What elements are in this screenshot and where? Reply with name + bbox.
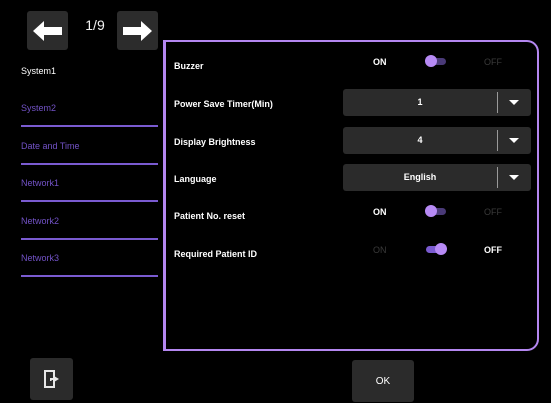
language-dropdown[interactable]: English: [343, 164, 531, 191]
chevron-down-icon: [509, 138, 519, 143]
sidebar-item-date-and-time[interactable]: Date and Time: [21, 127, 158, 165]
required-id-switch[interactable]: [425, 243, 447, 255]
power-save-timer-value: 1: [417, 97, 423, 107]
patient-reset-switch[interactable]: [425, 205, 447, 217]
next-page-button[interactable]: [117, 11, 158, 50]
buzzer-label: Buzzer: [174, 61, 204, 71]
sidebar-item-network3[interactable]: Network3: [21, 239, 158, 277]
required-id-on-label: ON: [373, 245, 387, 255]
language-label: Language: [174, 174, 217, 184]
chevron-down-icon: [509, 175, 519, 180]
sidebar-item-system1[interactable]: System1: [21, 52, 158, 90]
prev-page-button[interactable]: [27, 11, 68, 50]
exit-button[interactable]: [30, 358, 73, 400]
buzzer-off-label: OFF: [484, 57, 502, 67]
buzzer-switch[interactable]: [425, 55, 447, 67]
power-save-timer-dropdown[interactable]: 1: [343, 89, 531, 116]
settings-panel: [163, 40, 539, 351]
patient-no-reset-label: Patient No. reset: [174, 211, 246, 221]
chevron-down-icon: [509, 100, 519, 105]
ok-button[interactable]: OK: [352, 360, 414, 402]
language-value: English: [403, 172, 437, 182]
power-save-timer-label: Power Save Timer(Min): [174, 99, 273, 109]
display-brightness-label: Display Brightness: [174, 137, 256, 147]
arrow-left-icon: [33, 20, 62, 41]
sidebar-item-system2[interactable]: System2: [21, 89, 158, 127]
exit-door-icon: [43, 370, 59, 388]
patient-reset-on-label: ON: [373, 207, 387, 217]
sidebar-item-network2[interactable]: Network2: [21, 202, 158, 240]
required-id-off-label: OFF: [484, 245, 502, 255]
required-patient-id-label: Required Patient ID: [174, 249, 258, 259]
patient-reset-off-label: OFF: [484, 207, 502, 217]
arrow-right-icon: [123, 20, 152, 41]
display-brightness-value: 4: [417, 135, 423, 145]
page-indicator: 1/9: [85, 17, 105, 33]
display-brightness-dropdown[interactable]: 4: [343, 127, 531, 154]
buzzer-on-label: ON: [373, 57, 387, 67]
sidebar-item-network1[interactable]: Network1: [21, 164, 158, 202]
